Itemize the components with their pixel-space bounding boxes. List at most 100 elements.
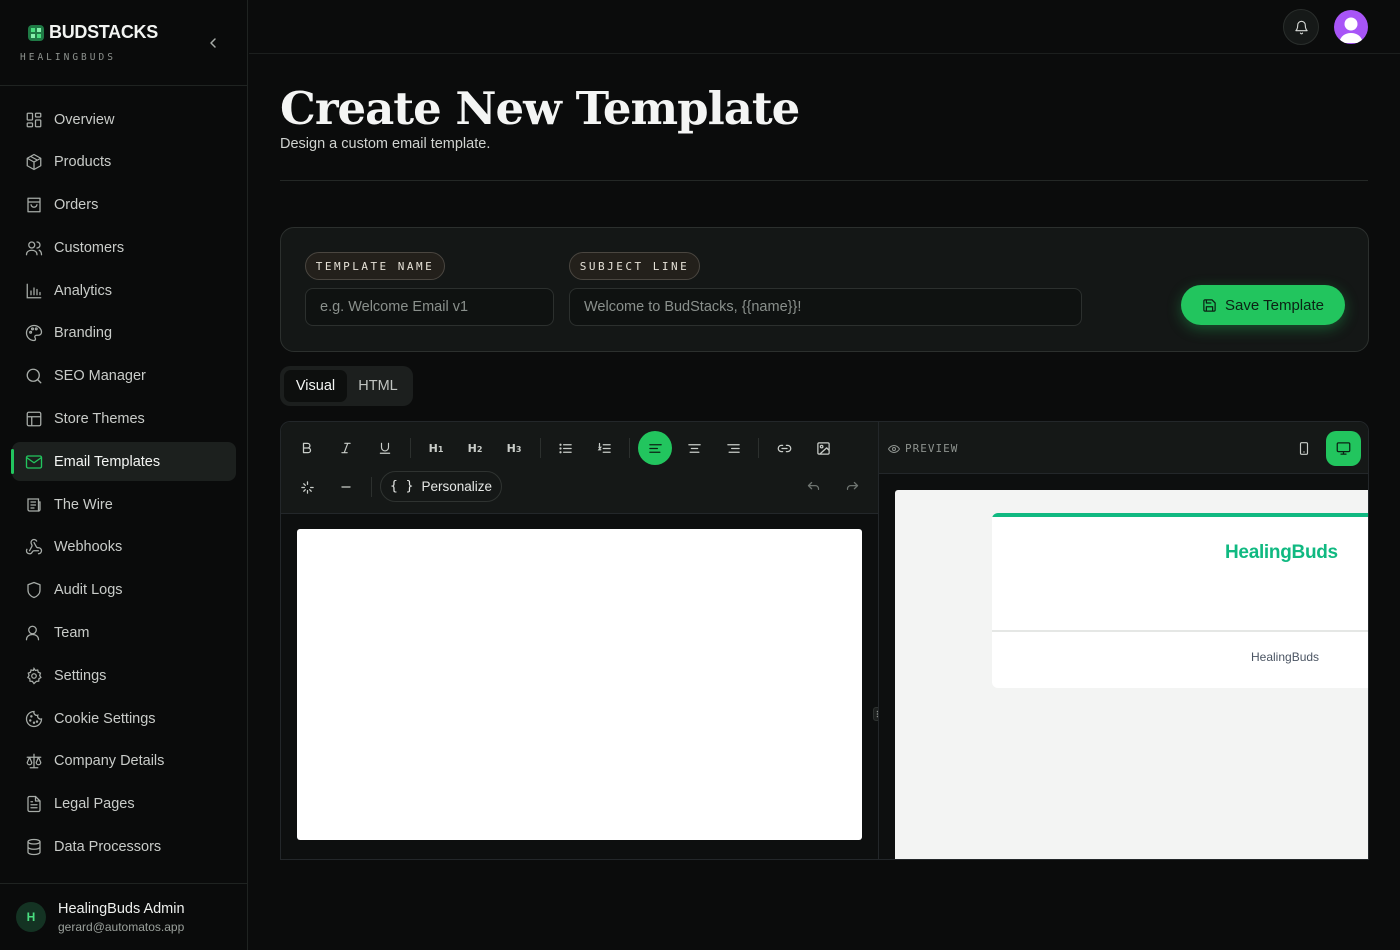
italic-button[interactable] bbox=[329, 431, 363, 465]
sidebar-item-products[interactable]: Products bbox=[12, 143, 236, 182]
sidebar-item-label: Customers bbox=[54, 239, 125, 256]
sidebar-item-orders[interactable]: Orders bbox=[12, 186, 236, 225]
page-subtitle: Design a custom email template. bbox=[280, 136, 491, 152]
editor-canvas[interactable] bbox=[297, 529, 862, 840]
heading-2-button[interactable]: H2 bbox=[458, 431, 492, 465]
insert-image-button[interactable] bbox=[806, 431, 840, 465]
subject-line-input[interactable] bbox=[569, 288, 1082, 326]
editor-toolbar: H1 H2 H3 {} Personalize bbox=[281, 422, 878, 514]
redo-icon bbox=[846, 481, 858, 490]
bullet-list-button[interactable] bbox=[548, 431, 582, 465]
bold-button[interactable] bbox=[290, 431, 324, 465]
logo[interactable]: BUDSTACKS bbox=[26, 22, 158, 43]
personalize-label: Personalize bbox=[421, 479, 493, 494]
sidebar-item-data-processors[interactable]: Data Processors bbox=[12, 828, 236, 867]
account-avatar[interactable] bbox=[1334, 10, 1368, 44]
underline-button[interactable] bbox=[368, 431, 402, 465]
tab-html[interactable]: HTML bbox=[347, 370, 409, 402]
sidebar-item-label: Products bbox=[54, 154, 112, 171]
sidebar-item-settings[interactable]: Settings bbox=[12, 656, 236, 695]
sidebar-item-email-templates[interactable]: Email Templates bbox=[11, 442, 236, 482]
sidebar-item-label: Analytics bbox=[54, 282, 113, 299]
sidebar-item-the-wire[interactable]: The Wire bbox=[12, 485, 236, 524]
email-footer: HealingBuds bbox=[1251, 650, 1320, 664]
newspaper-icon bbox=[24, 495, 44, 515]
heading-3-button[interactable]: H3 bbox=[497, 431, 531, 465]
monitor-icon bbox=[1336, 442, 1351, 455]
gear-icon bbox=[24, 666, 44, 686]
sidebar-item-company-details[interactable]: Company Details bbox=[12, 742, 236, 781]
tab-visual[interactable]: Visual bbox=[284, 370, 347, 402]
chevron-left-icon bbox=[210, 38, 216, 48]
undo-button[interactable] bbox=[796, 470, 830, 504]
sidebar-item-legal-pages[interactable]: Legal Pages bbox=[12, 785, 236, 824]
toolbar-separator bbox=[410, 438, 411, 458]
sidebar-item-store-themes[interactable]: Store Themes bbox=[12, 400, 236, 439]
mobile-preview-button[interactable] bbox=[1286, 431, 1321, 466]
email-divider bbox=[992, 630, 1368, 632]
align-right-icon bbox=[726, 443, 740, 453]
magic-button[interactable] bbox=[290, 470, 324, 504]
preview-label-text: PREVIEW bbox=[905, 442, 959, 455]
template-details-card: TEMPLATE NAME SUBJECT LINE Save Template bbox=[280, 227, 1369, 352]
bar-chart-icon bbox=[24, 281, 44, 301]
insert-link-button[interactable] bbox=[767, 431, 801, 465]
user-email: gerard@automatos.app bbox=[58, 920, 185, 934]
image-icon bbox=[816, 441, 830, 455]
editor-mode-tabs: Visual HTML bbox=[280, 366, 413, 406]
grid-icon bbox=[24, 110, 44, 130]
save-template-label: Save Template bbox=[1225, 296, 1324, 314]
align-center-icon bbox=[687, 443, 701, 453]
align-right-button[interactable] bbox=[716, 431, 750, 465]
notifications-button[interactable] bbox=[1283, 9, 1319, 45]
align-center-button[interactable] bbox=[677, 431, 711, 465]
template-name-input[interactable] bbox=[305, 288, 554, 326]
numbered-list-button[interactable] bbox=[587, 431, 621, 465]
heading-2-label: H2 bbox=[467, 441, 483, 455]
sidebar-item-cookie-settings[interactable]: Cookie Settings bbox=[12, 699, 236, 738]
sidebar-item-audit-logs[interactable]: Audit Logs bbox=[12, 571, 236, 610]
heading-3-label: H3 bbox=[506, 441, 522, 455]
toolbar-separator bbox=[629, 438, 630, 458]
visual-editor: H1 H2 H3 {} Personalize bbox=[280, 421, 878, 860]
brand-subtitle: HEALINGBUDS bbox=[20, 52, 116, 63]
sidebar-item-analytics[interactable]: Analytics bbox=[12, 271, 236, 310]
sidebar-item-customers[interactable]: Customers bbox=[12, 228, 236, 267]
sidebar-item-team[interactable]: Team bbox=[12, 614, 236, 653]
bold-icon bbox=[302, 442, 312, 454]
sidebar-item-label: Team bbox=[54, 625, 90, 642]
sidebar-item-branding[interactable]: Branding bbox=[12, 314, 236, 353]
sidebar-item-label: Audit Logs bbox=[54, 582, 123, 599]
sidebar-item-label: Data Processors bbox=[54, 839, 162, 856]
toolbar-separator bbox=[371, 477, 372, 497]
email-preview-panel: PREVIEW HealingBuds HealingBuds bbox=[878, 421, 1369, 860]
preview-viewport: HealingBuds HealingBuds bbox=[895, 490, 1368, 859]
sidebar-item-seo-manager[interactable]: SEO Manager bbox=[12, 357, 236, 396]
save-template-button[interactable]: Save Template bbox=[1181, 285, 1345, 325]
sidebar: BUDSTACKS HEALINGBUDS Overview Products … bbox=[0, 0, 248, 950]
file-text-icon bbox=[24, 794, 44, 814]
desktop-preview-button[interactable] bbox=[1326, 431, 1361, 466]
search-icon bbox=[24, 366, 44, 386]
bell-icon bbox=[1294, 20, 1308, 34]
toolbar-separator bbox=[540, 438, 541, 458]
user-avatar-icon bbox=[1339, 17, 1363, 43]
minus-icon bbox=[341, 486, 351, 488]
align-left-button[interactable] bbox=[638, 431, 672, 465]
heading-1-button[interactable]: H1 bbox=[419, 431, 453, 465]
redo-button[interactable] bbox=[835, 470, 869, 504]
collapse-sidebar-button[interactable] bbox=[203, 33, 223, 53]
sidebar-item-webhooks[interactable]: Webhooks bbox=[12, 528, 236, 567]
sidebar-item-overview[interactable]: Overview bbox=[12, 100, 236, 139]
user-profile[interactable]: H HealingBuds Admin gerard@automatos.app bbox=[0, 883, 248, 950]
logo-icon bbox=[26, 23, 46, 43]
horizontal-rule-button[interactable] bbox=[329, 470, 363, 504]
sidebar-item-label: Legal Pages bbox=[54, 796, 135, 813]
save-icon bbox=[1203, 298, 1216, 312]
personalize-button[interactable]: { } Personalize bbox=[380, 471, 502, 502]
email-brand: HealingBuds bbox=[1225, 542, 1338, 563]
sparkle-icon bbox=[300, 480, 314, 494]
sidebar-item-label: The Wire bbox=[54, 496, 113, 513]
mail-icon bbox=[24, 452, 44, 472]
user-name: HealingBuds Admin bbox=[58, 901, 185, 917]
